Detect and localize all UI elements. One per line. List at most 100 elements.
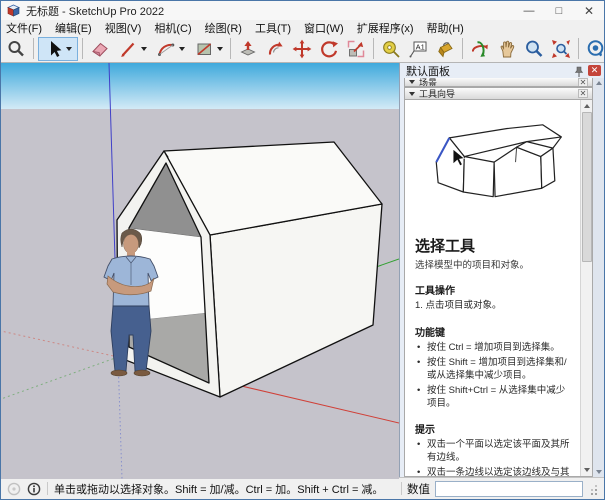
panel-label: 场景 <box>419 78 578 87</box>
panel-close-icon[interactable]: ✕ <box>578 78 588 87</box>
minimize-button[interactable]: — <box>514 1 544 20</box>
select-button[interactable] <box>38 37 78 61</box>
svg-text:A1: A1 <box>416 42 425 51</box>
text-button[interactable]: A1 <box>405 37 431 61</box>
section-title-modifiers: 功能键 <box>415 324 574 339</box>
info-status-icon[interactable] <box>27 482 41 496</box>
collapse-caret-icon <box>409 80 415 84</box>
status-bar: 单击或拖动以选择对象。Shift = 加/减。Ctrl = 加。Shift + … <box>1 477 604 499</box>
tape-measure-button[interactable] <box>378 37 404 61</box>
3d-warehouse-button[interactable] <box>583 37 605 61</box>
instruction-line: 1. 点击项目或对象。 <box>415 300 574 313</box>
tray-scroll-up-icon[interactable] <box>596 81 602 85</box>
search-button[interactable] <box>3 37 29 61</box>
paint-bucket-icon <box>435 39 455 59</box>
person-face <box>124 235 139 254</box>
toolbar-separator <box>373 38 374 59</box>
menu-bar: 文件(F) 编辑(E) 视图(V) 相机(C) 绘图(R) 工具(T) 窗口(W) 扩展程序(… <box>1 20 604 35</box>
tray-scroll-down-icon[interactable] <box>596 470 602 474</box>
instruction-line: 按住 Shift+Ctrl = 从选择集中减少项目。 <box>415 385 574 410</box>
orbit-icon <box>470 39 490 59</box>
line-button[interactable] <box>114 37 150 61</box>
illus-front-wall <box>463 157 494 197</box>
push-pull-button[interactable] <box>235 37 261 61</box>
section-title-operation: 工具操作 <box>415 282 574 297</box>
getting-started-toolbar: A1 <box>1 35 604 63</box>
eraser-button[interactable] <box>87 37 113 61</box>
scale-button[interactable] <box>343 37 369 61</box>
select-arrow-icon <box>45 39 63 59</box>
close-button[interactable]: ✕ <box>574 1 604 20</box>
zoom-extents-icon <box>551 39 571 59</box>
menu-item[interactable]: 相机(C) <box>154 20 191 36</box>
measurements-input[interactable] <box>435 481 583 497</box>
resize-grip-icon[interactable] <box>588 482 598 496</box>
pan-button[interactable] <box>494 37 520 61</box>
orbit-button[interactable] <box>467 37 493 61</box>
illus-hip-lines <box>553 137 561 148</box>
instructor-panel: 选择工具 选择模型中的项目和对象。 工具操作 1. 点击项目或对象。 功能键 按… <box>404 100 593 477</box>
section-items-tips: 双击一个平面以选定该平面及其所有边线。双击一条边线以选定该边线及与其共享的平面。… <box>415 439 574 476</box>
offset-button[interactable] <box>262 37 288 61</box>
line-dropdown-arrow[interactable] <box>141 47 147 51</box>
menu-item[interactable]: 扩展程序(x) <box>357 20 414 36</box>
tray-close-button[interactable]: ✕ <box>588 65 601 76</box>
zoom-button[interactable] <box>521 37 547 61</box>
rectangle-button[interactable] <box>190 37 226 61</box>
instruction-line: 按住 Ctrl = 增加项目到选择集。 <box>415 342 574 355</box>
section-items-operation: 1. 点击项目或对象。 <box>415 300 574 313</box>
menu-item[interactable]: 编辑(E) <box>55 20 92 36</box>
panel-close-icon[interactable]: ✕ <box>578 89 588 98</box>
section-items-modifiers: 按住 Ctrl = 增加项目到选择集。按住 Shift = 增加项目到选择集和/… <box>415 342 574 411</box>
pan-hand-icon <box>497 39 517 59</box>
triangle-up-icon <box>584 104 590 108</box>
window-title: 无标题 - SketchUp Pro 2022 <box>26 3 514 19</box>
select-dropdown-arrow[interactable] <box>66 47 72 51</box>
menu-item[interactable]: 窗口(W) <box>304 20 344 36</box>
paint-bucket-button[interactable] <box>432 37 458 61</box>
zoom-icon <box>524 39 544 59</box>
maximize-button[interactable]: □ <box>544 1 574 20</box>
instructor-heading: 选择工具 <box>415 235 574 256</box>
tray-scrollbar[interactable] <box>593 78 604 477</box>
zoom-extents-button[interactable] <box>548 37 574 61</box>
move-button[interactable] <box>289 37 315 61</box>
measurements-label: 数值 <box>407 481 430 497</box>
toolbar-separator <box>33 38 34 59</box>
menu-item[interactable]: 文件(F) <box>6 20 42 36</box>
arc-button[interactable] <box>151 37 189 61</box>
instruction-line: 按住 Shift = 增加项目到选择集和/或从选择集中减少项目。 <box>415 357 574 382</box>
panel-bar-scenes[interactable]: 场景 ✕ <box>404 78 593 87</box>
menu-item[interactable]: 工具(T) <box>255 20 291 36</box>
toolbar-separator <box>578 38 579 59</box>
instructor-content: 选择工具 选择模型中的项目和对象。 工具操作 1. 点击项目或对象。 功能键 按… <box>405 100 580 476</box>
panel-bar-instructor[interactable]: 工具向导 ✕ <box>404 87 593 100</box>
scrollbar-thumb[interactable] <box>582 112 592 262</box>
measurements-box: 数值 <box>401 481 598 497</box>
sketchup-window: 无标题 - SketchUp Pro 2022 — □ ✕ 文件(F) 编辑(E)… <box>0 0 605 500</box>
sketchup-logo-icon <box>7 4 20 17</box>
toolbar-separator <box>230 38 231 59</box>
rectangle-dropdown-arrow[interactable] <box>217 47 223 51</box>
text-tool-icon: A1 <box>408 39 428 59</box>
sky <box>1 63 399 109</box>
status-hint-text: 单击或拖动以选择对象。Shift = 加/减。Ctrl = 加。Shift + … <box>54 481 383 497</box>
rotate-button[interactable] <box>316 37 342 61</box>
model-viewport[interactable] <box>1 63 399 479</box>
arc-dropdown-arrow[interactable] <box>179 47 185 51</box>
collapse-caret-icon <box>409 92 415 96</box>
toolbar-separator <box>462 38 463 59</box>
search-icon <box>6 39 26 59</box>
scroll-up-button[interactable] <box>581 100 593 112</box>
pin-icon[interactable] <box>573 65 585 77</box>
instructor-scrollbar[interactable] <box>580 100 592 476</box>
menu-item[interactable]: 帮助(H) <box>427 20 464 36</box>
scroll-down-button[interactable] <box>581 464 593 476</box>
default-tray: 默认面板 ✕ 场景 ✕ 工具向导 ✕ <box>399 63 604 477</box>
status-separator <box>47 482 48 495</box>
menu-item[interactable]: 视图(V) <box>105 20 142 36</box>
triangle-down-icon <box>584 468 590 472</box>
status-separator <box>401 482 402 495</box>
geolocation-status-icon[interactable] <box>7 482 21 496</box>
menu-item[interactable]: 绘图(R) <box>205 20 242 36</box>
